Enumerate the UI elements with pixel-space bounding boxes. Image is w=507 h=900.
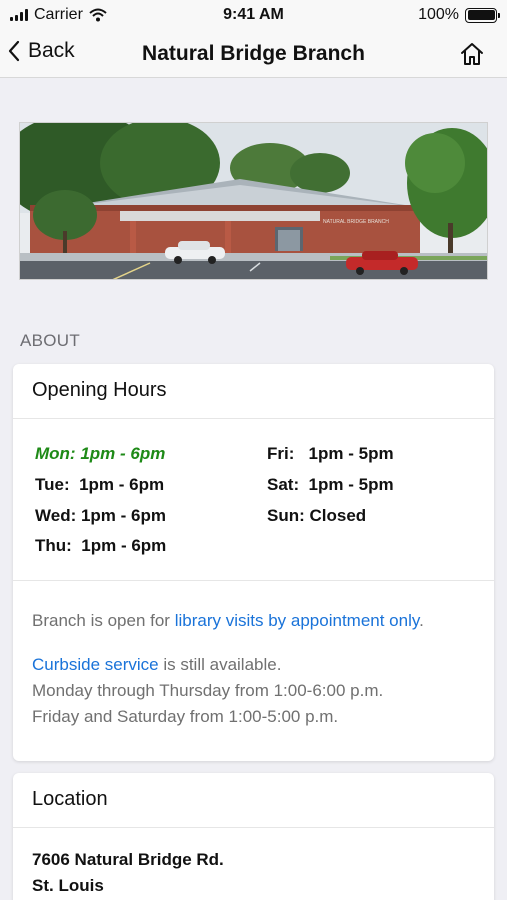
address[interactable]: 7606 Natural Bridge Rd. St. Louis [13,828,494,899]
chevron-left-icon [8,40,20,62]
branch-notes: Branch is open for library visits by app… [13,581,494,730]
curbside-note: Curbside service is still available. [32,652,475,678]
back-button[interactable]: Back [8,39,75,63]
hours-grid: Mon: 1pm - 6pm Tue: 1pm - 6pm Wed: 1pm -… [13,419,494,581]
hours-row-sun: Sun: Closed [267,506,367,525]
hours-row-fri: Fri: 1pm - 5pm [267,444,394,463]
branch-building-illustration: NATURAL BRIDGE BRANCH [20,123,487,279]
appointment-note: Branch is open for library visits by app… [32,608,475,634]
location-card: Location 7606 Natural Bridge Rd. St. Lou… [13,773,494,900]
curbside-note-text: is still available. [158,655,282,674]
location-title: Location [13,773,494,828]
address-city: St. Louis [32,876,104,895]
page-title: Natural Bridge Branch [142,42,365,65]
appointment-note-end: . [419,611,424,630]
opening-hours-card: Opening Hours Mon: 1pm - 6pm Tue: 1pm - … [13,364,494,761]
home-icon[interactable] [459,41,485,67]
battery-percent: 100% [418,6,459,23]
status-bar: Carrier 9:41 AM 100% [0,0,507,30]
address-street: 7606 Natural Bridge Rd. [32,850,224,869]
hours-row-wed: Wed: 1pm - 6pm [35,506,166,525]
hours-row-thu: Thu: 1pm - 6pm [35,536,167,555]
building-sign: NATURAL BRIDGE BRANCH [323,219,389,225]
hours-row-mon: Mon: 1pm - 6pm [35,444,166,463]
navigation-bar: Back Natural Bridge Branch [0,30,507,78]
appointment-link[interactable]: library visits by appointment only [175,611,419,630]
hours-row-tue: Tue: 1pm - 6pm [35,475,165,494]
curbside-weekend-hours: Friday and Saturday from 1:00-5:00 p.m. [32,707,339,726]
curbside-weekday-hours: Monday through Thursday from 1:00-6:00 p… [32,681,384,700]
back-label: Back [28,39,75,62]
opening-hours-title: Opening Hours [13,364,494,419]
about-section-header: ABOUT [20,331,81,350]
curbside-link[interactable]: Curbside service [32,655,159,674]
branch-photo: NATURAL BRIDGE BRANCH [19,122,488,280]
appointment-note-text: Branch is open for [32,611,175,630]
battery-icon [465,7,500,23]
hours-row-sat: Sat: 1pm - 5pm [267,475,394,494]
status-right: 100% [418,6,500,24]
